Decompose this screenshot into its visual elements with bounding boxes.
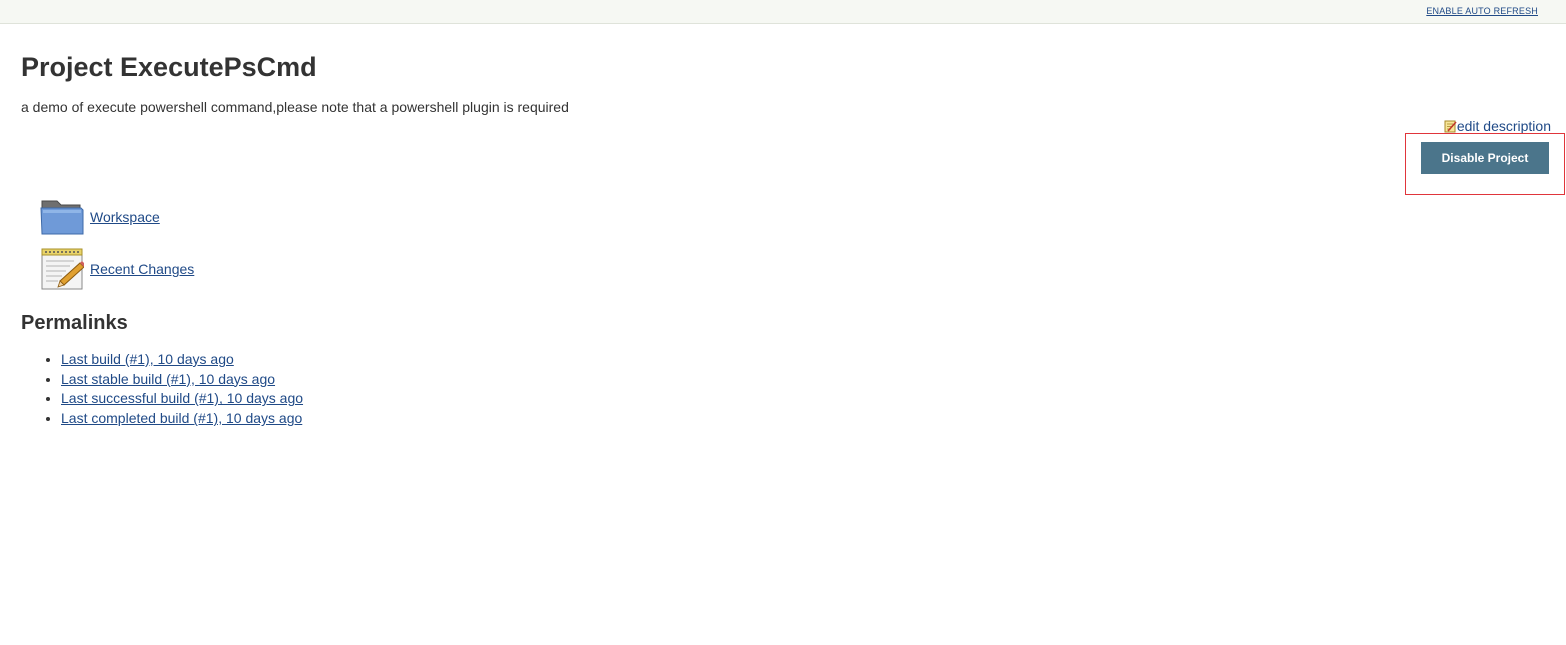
edit-description-link[interactable]: edit description [1457, 118, 1551, 134]
top-bar: ENABLE AUTO REFRESH [0, 0, 1566, 24]
list-item: Last successful build (#1), 10 days ago [61, 389, 303, 409]
permalink-last-stable-build[interactable]: Last stable build (#1), 10 days ago [61, 371, 275, 387]
permalink-last-build[interactable]: Last build (#1), 10 days ago [61, 351, 234, 367]
page-title: Project ExecutePsCmd [21, 52, 317, 82]
edit-description[interactable]: edit description [1444, 118, 1551, 134]
task-workspace[interactable]: Workspace [40, 195, 160, 239]
disable-project-button[interactable]: Disable Project [1421, 142, 1549, 174]
task-recent-changes[interactable]: Recent Changes [40, 247, 194, 291]
permalinks-list: Last build (#1), 10 days ago Last stable… [21, 350, 303, 429]
list-item: Last build (#1), 10 days ago [61, 350, 303, 370]
permalink-last-successful-build[interactable]: Last successful build (#1), 10 days ago [61, 390, 303, 406]
folder-icon [40, 195, 84, 239]
permalinks-heading: Permalinks [21, 312, 128, 334]
permalink-last-completed-build[interactable]: Last completed build (#1), 10 days ago [61, 410, 302, 426]
notepad-icon [40, 247, 86, 291]
project-description: a demo of execute powershell command,ple… [21, 99, 569, 115]
enable-auto-refresh-link[interactable]: ENABLE AUTO REFRESH [1426, 6, 1538, 16]
notepad-edit-icon [1444, 119, 1457, 133]
list-item: Last completed build (#1), 10 days ago [61, 409, 303, 429]
task-workspace-link[interactable]: Workspace [90, 209, 160, 225]
task-recent-changes-link[interactable]: Recent Changes [90, 261, 194, 277]
list-item: Last stable build (#1), 10 days ago [61, 370, 303, 390]
